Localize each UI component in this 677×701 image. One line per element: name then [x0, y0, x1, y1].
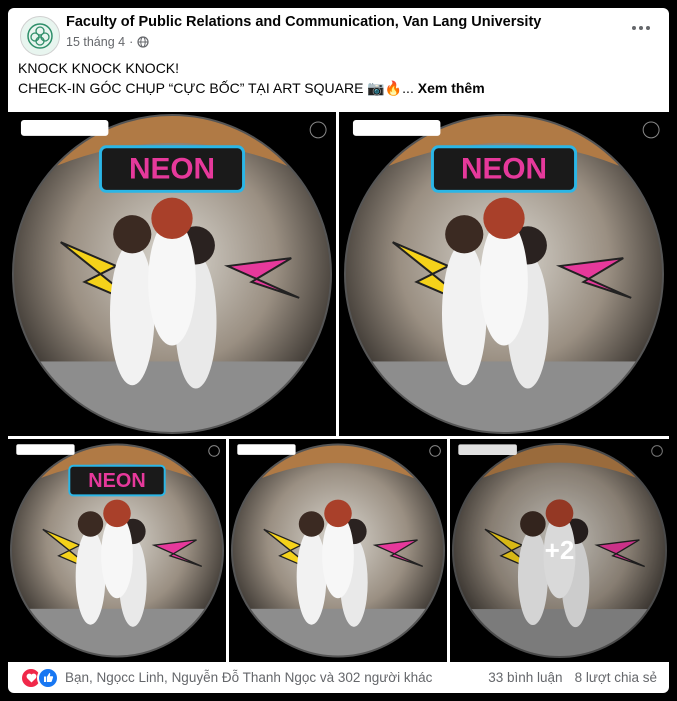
photo-grid: NEON NEON NEON +2 [8, 112, 669, 662]
post-meta: 15 tháng 4 · [66, 35, 149, 49]
photo-4[interactable] [229, 439, 447, 662]
post-card: Faculty of Public Relations and Communic… [8, 8, 669, 693]
photo-2[interactable]: NEON [339, 112, 669, 436]
globe-icon[interactable] [137, 36, 149, 48]
flower-logo-icon [27, 23, 53, 49]
shares-count[interactable]: 8 lượt chia sẻ [575, 670, 657, 685]
svg-text:NEON: NEON [461, 153, 547, 186]
post-text: KNOCK KNOCK KNOCK! CHECK-IN GÓC CHỤP “CỰ… [18, 58, 485, 98]
post-text-line-1: KNOCK KNOCK KNOCK! [18, 60, 180, 76]
comments-count[interactable]: 33 bình luận [488, 670, 562, 685]
reaction-icons[interactable] [20, 666, 59, 689]
page-name-link[interactable]: Faculty of Public Relations and Communic… [66, 14, 541, 30]
post-text-line-2: CHECK-IN GÓC CHỤP “CỰC BỐC” TẠI ART SQUA… [18, 80, 414, 96]
page-avatar[interactable] [20, 16, 60, 56]
more-photos-overlay[interactable]: +2 [450, 439, 669, 662]
post-date[interactable]: 15 tháng 4 [66, 35, 125, 49]
photo-5[interactable]: +2 [450, 439, 669, 662]
photo-1[interactable]: NEON [8, 112, 336, 436]
photo-1-image: NEON [8, 112, 336, 436]
svg-text:NEON: NEON [88, 470, 145, 492]
more-dots-icon[interactable] [629, 20, 653, 36]
photo-4-image [229, 439, 447, 662]
see-more-link[interactable]: Xem thêm [418, 80, 485, 96]
post-footer: Bạn, Ngọcc Linh, Nguyễn Đỗ Thanh Ngọc và… [8, 662, 669, 693]
photo-3[interactable]: NEON [8, 439, 226, 662]
like-icon [37, 666, 59, 689]
photo-3-image: NEON [8, 439, 226, 662]
post-header: Faculty of Public Relations and Communic… [8, 8, 669, 58]
svg-text:NEON: NEON [129, 153, 215, 186]
post-stats: 33 bình luận 8 lượt chia sẻ [488, 670, 657, 685]
photo-2-image: NEON [339, 112, 669, 436]
meta-separator: · [129, 35, 134, 49]
reaction-names[interactable]: Bạn, Ngọcc Linh, Nguyễn Đỗ Thanh Ngọc và… [65, 670, 432, 685]
